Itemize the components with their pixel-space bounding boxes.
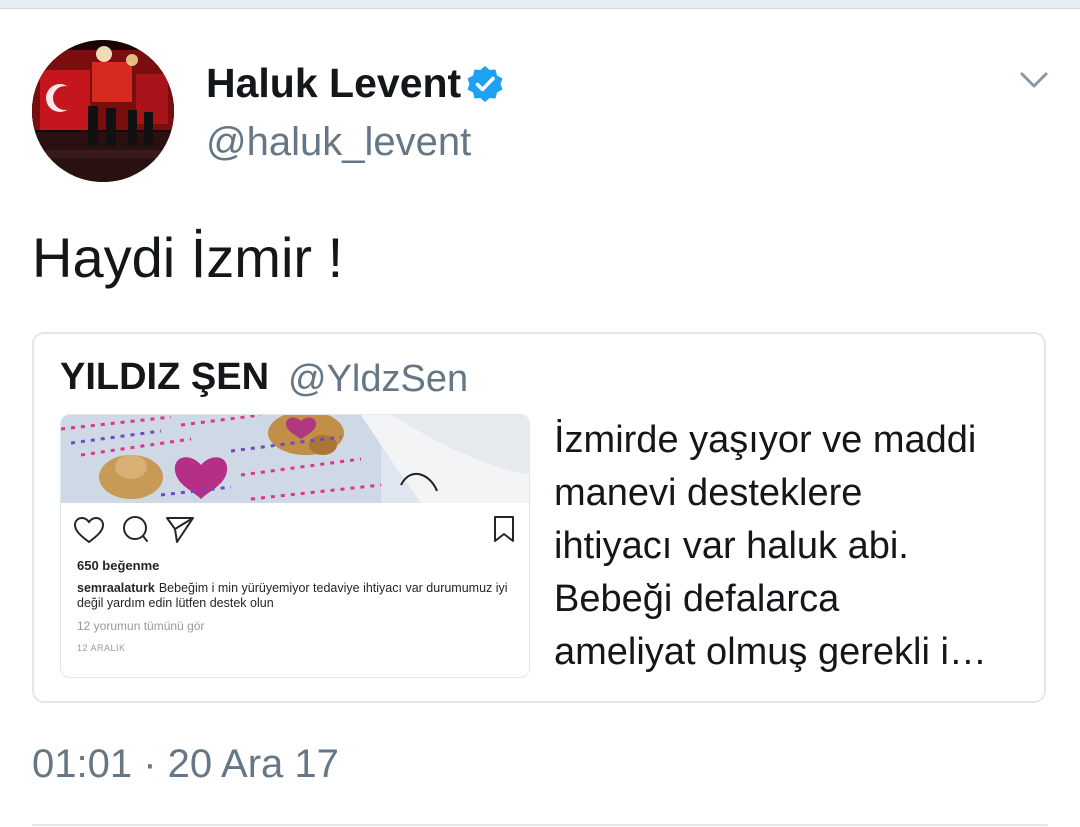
heart-icon <box>73 516 105 544</box>
bookmark-icon <box>494 516 514 542</box>
media-comments-link: 12 yorumun tümünü gör <box>77 619 205 633</box>
quoted-display-name: YILDIZ ŞEN <box>60 356 270 398</box>
top-divider <box>0 0 1080 9</box>
author-handle[interactable]: @haluk_levent <box>206 120 471 165</box>
author-display-name[interactable]: Haluk Levent <box>206 60 461 107</box>
tweet-timestamp[interactable]: 01:01 · 20 Ara 17 <box>32 742 339 787</box>
quoted-text-line: Bebeği defalarca <box>554 578 840 620</box>
baby-blanket-photo <box>61 415 529 503</box>
comment-icon <box>123 516 148 542</box>
quoted-handle: @YldzSen <box>288 358 469 400</box>
media-date: 12 ARALIK <box>77 643 126 653</box>
tweet-text: Haydi İzmir ! <box>32 226 344 289</box>
verified-badge-icon <box>467 66 503 102</box>
avatar-photo <box>32 40 174 182</box>
quoted-tweet-text: İzmirde yaşıyor ve maddi manevi destekle… <box>554 414 1034 679</box>
instagram-action-bar <box>73 516 514 544</box>
bottom-divider <box>32 824 1048 826</box>
quoted-text-line: ameliyat olmuş gerekli i… <box>554 631 987 673</box>
chevron-down-icon[interactable] <box>1016 66 1052 94</box>
quoted-tweet-card[interactable]: YILDIZ ŞEN @YldzSen 650 beğenme semraala… <box>32 332 1046 703</box>
media-username: semraalaturk <box>77 581 155 595</box>
share-icon <box>166 517 194 543</box>
quoted-text-line: İzmirde yaşıyor ve maddi <box>554 419 977 461</box>
quoted-text-line: manevi desteklere <box>554 472 863 514</box>
avatar[interactable] <box>32 40 174 182</box>
media-caption: semraalaturk Bebeğim i min yürüyemiyor te… <box>77 581 517 611</box>
media-likes: 650 beğenme <box>77 558 160 573</box>
quoted-text-line: ihtiyacı var haluk abi. <box>554 525 909 567</box>
quoted-media[interactable]: 650 beğenme semraalaturk Bebeğim i min yü… <box>60 414 530 678</box>
